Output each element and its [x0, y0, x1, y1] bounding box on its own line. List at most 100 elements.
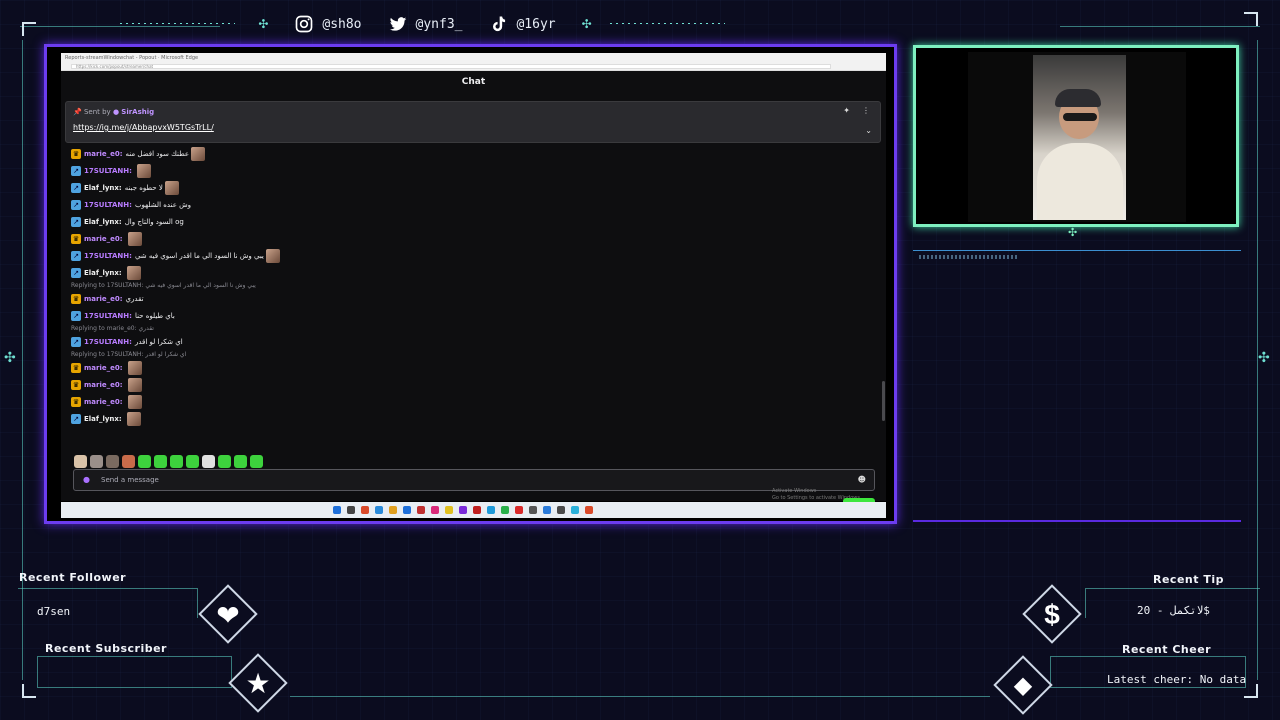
taskbar-app-icon[interactable]	[585, 506, 593, 514]
tiktok-handle[interactable]: @16yr	[488, 14, 556, 34]
frame-line-top-left	[20, 26, 220, 27]
reply-text: Replying to 17SULTANH: اي شكرا لو اقدر	[71, 351, 187, 358]
sub-badge-icon: ↗	[71, 199, 81, 210]
crown-badge-icon: ♛	[71, 293, 81, 304]
screen-capture-frame: Reports-streamWindowchat - Popout · Micr…	[44, 44, 897, 524]
chat-scrollbar[interactable]	[882, 381, 885, 421]
taskbar-app-icon[interactable]	[529, 506, 537, 514]
chat-username[interactable]: Elaf_lynx:	[84, 415, 122, 423]
social-node-right-icon: ✣	[581, 17, 592, 31]
chat-message: ♛ marie_e0:	[71, 376, 861, 393]
chevron-down-icon[interactable]: ⌄	[865, 126, 872, 135]
emote-button[interactable]	[138, 455, 151, 468]
emote-button[interactable]	[234, 455, 247, 468]
taskbar-app-icon[interactable]	[347, 506, 355, 514]
more-options-icon[interactable]: ⋮	[862, 106, 870, 115]
chat-emote-image	[127, 377, 142, 392]
crown-badge-icon: ♛	[71, 396, 81, 407]
side-panel	[913, 250, 1241, 522]
sub-badge-icon: ↗	[71, 182, 81, 193]
pinned-link[interactable]: https://ig.me/j/AbbapvxW5TGsTrLL/	[73, 123, 214, 132]
emote-button[interactable]	[154, 455, 167, 468]
dollar-icon: $	[1044, 599, 1060, 630]
taskbar-app-icon[interactable]	[571, 506, 579, 514]
chat-username[interactable]: Elaf_lynx:	[84, 184, 122, 192]
reply-context: Replying to marie_e0: تقدري	[71, 324, 861, 333]
chat-username[interactable]: 17SULTANH:	[84, 167, 132, 175]
browser-tab[interactable]: Reports-streamWindowchat - Popout · Micr…	[65, 55, 198, 61]
chat-username[interactable]: 17SULTANH:	[84, 252, 132, 260]
twitter-handle[interactable]: @ynf3_	[388, 14, 463, 34]
mic-badge-icon: ●	[112, 108, 120, 116]
side-node-right-icon: ✣	[1258, 350, 1270, 366]
emote-button[interactable]	[170, 455, 183, 468]
taskbar-app-icon[interactable]	[473, 506, 481, 514]
top-dotted-line-right	[610, 23, 725, 24]
unpin-icon[interactable]: ✦	[843, 106, 850, 115]
frame-line-top-right	[1060, 26, 1260, 27]
chat-username[interactable]: marie_e0:	[84, 235, 123, 243]
taskbar-app-icon[interactable]	[501, 506, 509, 514]
social-node-left-icon: ✣	[258, 17, 269, 31]
chat-username[interactable]: marie_e0:	[84, 398, 123, 406]
chat-message-text: يبي وش نا السود الي ما اقدر اسوي فيه شي	[134, 251, 264, 260]
taskbar-app-icon[interactable]	[375, 506, 383, 514]
cam-node-icon: ✣	[1068, 226, 1078, 239]
taskbar-app-icon[interactable]	[459, 506, 467, 514]
mic-icon[interactable]: ●	[83, 475, 90, 484]
taskbar-app-icon[interactable]	[515, 506, 523, 514]
emote-button[interactable]	[202, 455, 215, 468]
twitter-handle-text: @ynf3_	[415, 16, 463, 32]
chat-username[interactable]: Elaf_lynx:	[84, 269, 122, 277]
emote-button[interactable]	[74, 455, 87, 468]
chat-message-text: باي طيلوه حنا	[134, 311, 175, 320]
taskbar-app-icon[interactable]	[333, 506, 341, 514]
emote-button[interactable]	[122, 455, 135, 468]
chat-username[interactable]: marie_e0:	[84, 150, 123, 158]
taskbar-app-icon[interactable]	[389, 506, 397, 514]
taskbar-app-icon[interactable]	[487, 506, 495, 514]
taskbar-app-icon[interactable]	[417, 506, 425, 514]
chat-username[interactable]: Elaf_lynx:	[84, 218, 122, 226]
taskbar-app-icon[interactable]	[445, 506, 453, 514]
emote-button[interactable]	[90, 455, 103, 468]
taskbar-app-icon[interactable]	[431, 506, 439, 514]
send-message-input[interactable]: ● Send a message ☻	[73, 469, 875, 491]
side-panel-dotted-line	[919, 255, 1019, 259]
heart-icon: ❤	[216, 598, 240, 632]
chat-title: Chat	[461, 77, 486, 87]
pinned-sent-by-prefix: Sent by	[83, 108, 111, 116]
emote-button[interactable]	[218, 455, 231, 468]
pinned-sent-by-user[interactable]: SirAshig	[121, 108, 154, 116]
chat-username[interactable]: 17SULTANH:	[84, 338, 132, 346]
browser-url-bar[interactable]: https://kick.com/popout/streamer/chat	[71, 64, 831, 69]
sub-badge-icon: ↗	[71, 413, 81, 424]
crown-badge-icon: ♛	[71, 379, 81, 390]
chat-emote-image	[127, 394, 142, 409]
corner-top-right	[1244, 12, 1258, 26]
chat-message-text: عطنك سود افضل منه	[125, 149, 190, 158]
taskbar-app-icon[interactable]	[543, 506, 551, 514]
recent-follower-label: Recent Follower	[19, 571, 127, 584]
frame-line-left	[22, 40, 23, 680]
emote-button[interactable]	[250, 455, 263, 468]
chat-message: ♛ marie_e0: تقدري	[71, 290, 861, 307]
emoji-icon[interactable]: ☻	[858, 475, 866, 484]
taskbar-app-icon[interactable]	[557, 506, 565, 514]
chat-message: ↗ 17SULTANH: وش عنده الشلهوب	[71, 196, 861, 213]
chat-username[interactable]: 17SULTANH:	[84, 201, 132, 209]
streamer-hoodie	[1037, 143, 1123, 220]
chat-username[interactable]: marie_e0:	[84, 295, 123, 303]
chat-username[interactable]: 17SULTANH:	[84, 312, 132, 320]
chat-username[interactable]: marie_e0:	[84, 364, 123, 372]
taskbar-app-icon[interactable]	[403, 506, 411, 514]
crown-badge-icon: ♛	[71, 233, 81, 244]
taskbar-app-icon[interactable]	[361, 506, 369, 514]
chat-message: ↗ 17SULTANH:	[71, 162, 861, 179]
emote-button[interactable]	[106, 455, 119, 468]
crown-badge-icon: ♛	[71, 362, 81, 373]
chat-username[interactable]: marie_e0:	[84, 381, 123, 389]
instagram-handle[interactable]: @sh8o	[294, 14, 362, 34]
emote-button[interactable]	[186, 455, 199, 468]
chat-message: ♛ marie_e0:	[71, 230, 861, 247]
